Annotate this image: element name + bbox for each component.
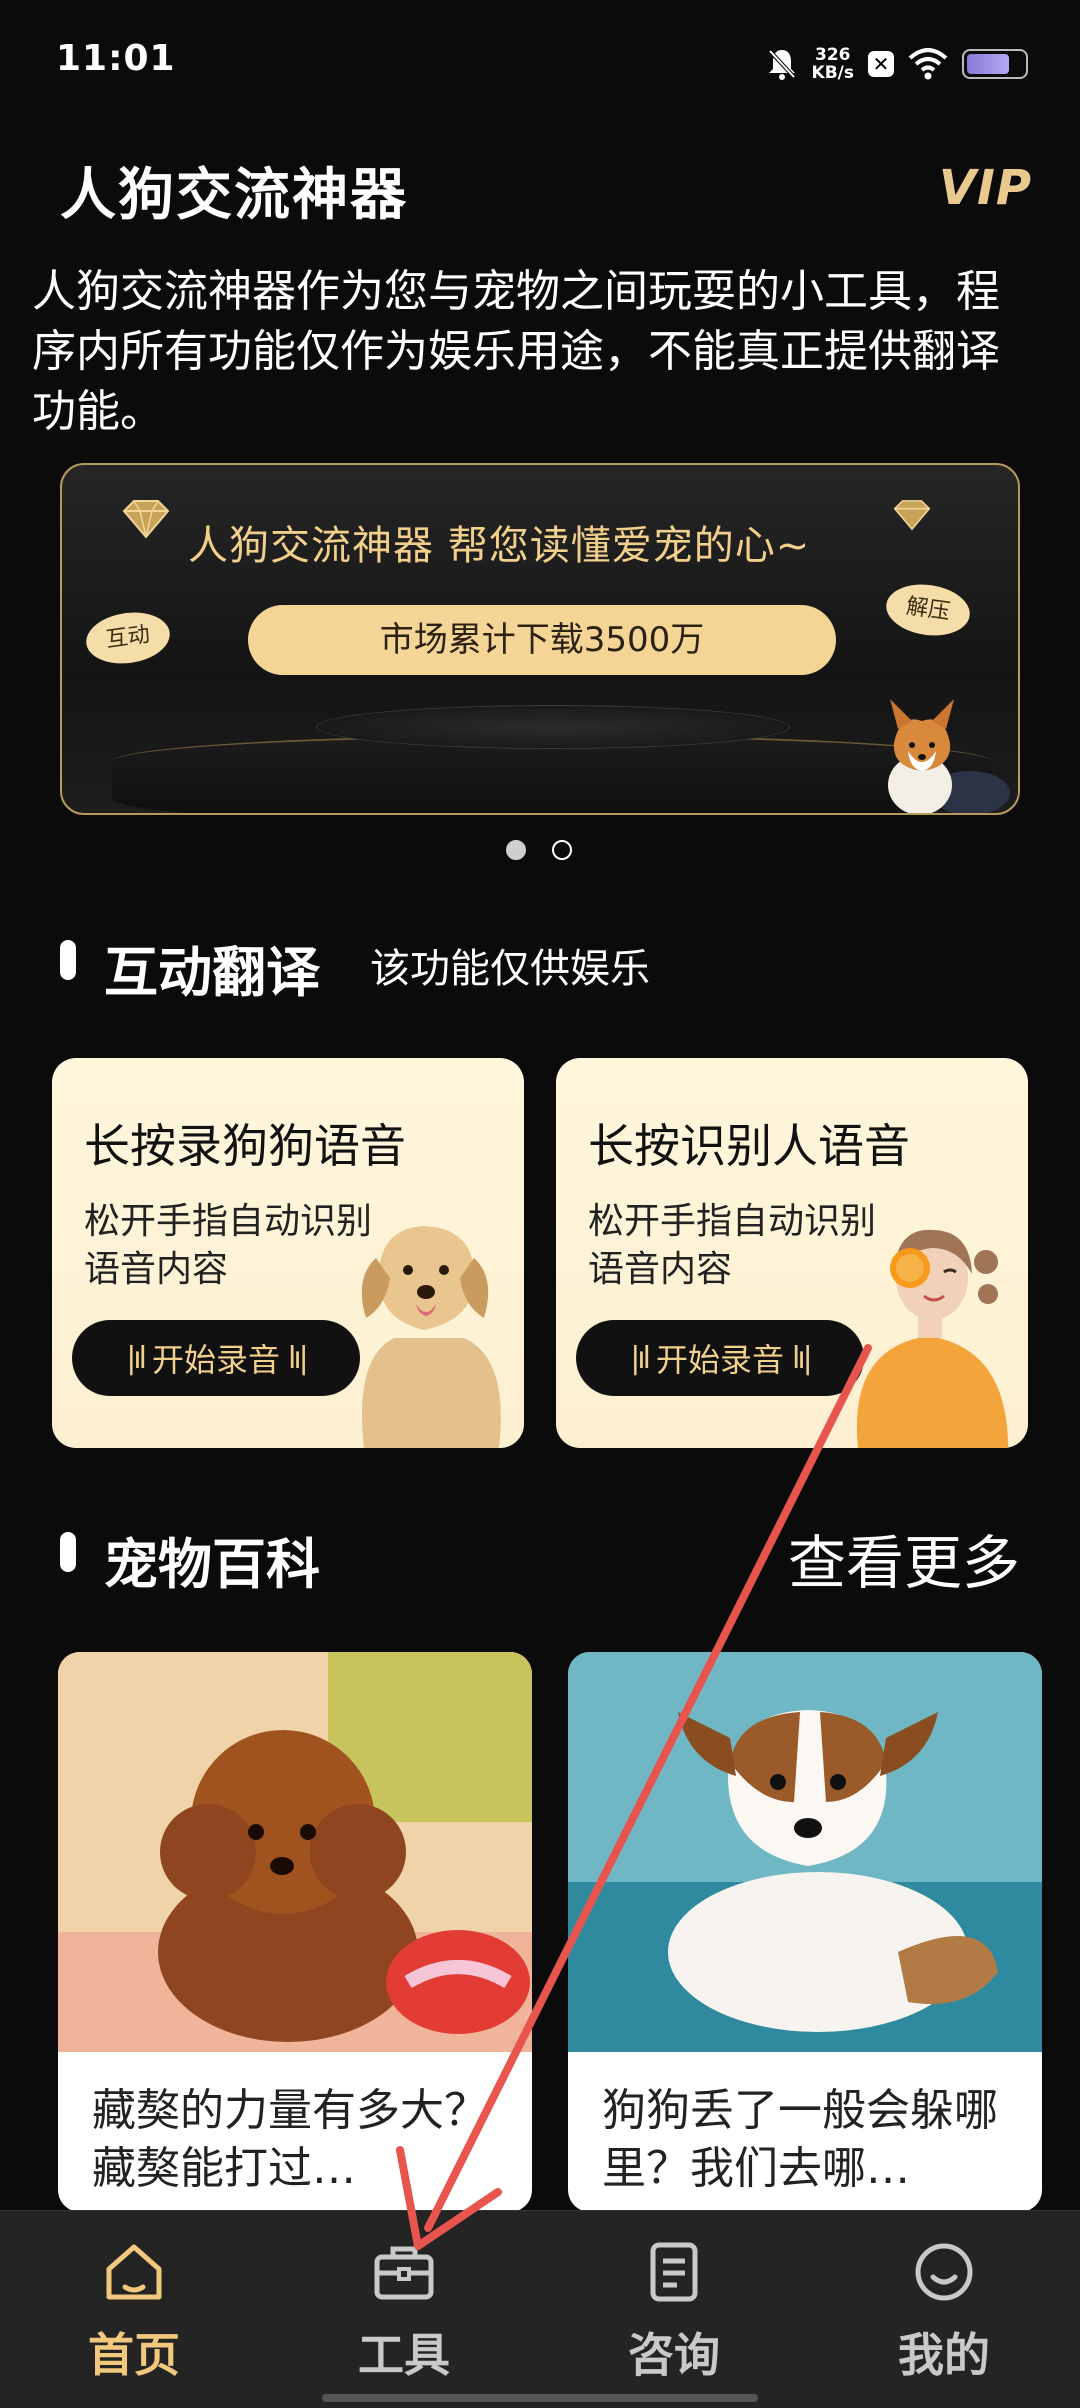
x-app-icon: ✕: [868, 51, 894, 77]
card-title: 长按识别人语音: [588, 1119, 910, 1173]
record-button-label: 开始录音: [151, 1341, 280, 1379]
home-indicator[interactable]: [322, 2394, 758, 2402]
translate-section-title: 互动翻译: [104, 941, 320, 1004]
nav-profile[interactable]: 我的: [844, 2237, 1044, 2385]
golden-retriever-image: [361, 1226, 501, 1448]
girl-with-orange-image: [856, 1229, 1008, 1448]
wifi-icon: [908, 48, 948, 80]
document-icon: [650, 2242, 698, 2302]
page-title: 人狗交流神器: [60, 163, 408, 228]
translate-section-subtitle: 该功能仅供娱乐: [370, 946, 650, 992]
home-icon: [106, 2244, 162, 2300]
nav-label: 我的: [898, 2328, 990, 2382]
nav-tools[interactable]: 工具: [304, 2237, 504, 2385]
corgi-image: [888, 699, 1010, 813]
carousel-dot[interactable]: [506, 840, 526, 860]
section-marker: [60, 940, 76, 980]
nav-home[interactable]: 首页: [34, 2237, 234, 2385]
section-marker: [60, 1532, 76, 1572]
human-voice-card[interactable]: 长按识别人语音 松开手指自动识别语音内容 |ıl 开始录音 lı|: [556, 1058, 1028, 1448]
record-button-label: 开始录音: [655, 1341, 784, 1379]
carousel-indicator: [506, 840, 572, 860]
nav-label: 首页: [88, 2328, 180, 2382]
bottom-navigation: 首页 工具 咨询 我的: [0, 2210, 1080, 2408]
wiki-section-title: 宠物百科: [104, 1533, 320, 1596]
diamond-icon: [893, 500, 931, 531]
network-speed-unit: KB/s: [811, 63, 854, 83]
app-screen: 11:01 326 KB/s ✕ 人狗交流神器 VIP 人狗交流神器作为您与宠物…: [0, 0, 1080, 2408]
article-title: 藏獒的力量有多大？藏獒能打过…: [92, 2085, 488, 2194]
record-human-voice-button[interactable]: |ıl 开始录音 lı|: [576, 1320, 864, 1396]
record-dog-voice-button[interactable]: |ıl 开始录音 lı|: [72, 1320, 360, 1396]
diamond-icon: [122, 500, 170, 539]
article-card[interactable]: 狗狗丢了一般会躲哪里？我们去哪…: [568, 1652, 1042, 2212]
sound-wave-icon: |ıl: [126, 1340, 147, 1376]
status-time: 11:01: [56, 38, 176, 79]
nav-label: 工具: [358, 2328, 450, 2382]
disclaimer-text: 人狗交流神器作为您与宠物之间玩耍的小工具，程序内所有功能仅作为娱乐用途，不能真正…: [32, 266, 1000, 437]
poodle-image: [58, 1652, 532, 2052]
sound-wave-icon: lı|: [792, 1340, 813, 1376]
sound-wave-icon: lı|: [288, 1340, 309, 1376]
vip-button[interactable]: VIP: [939, 160, 1032, 216]
bell-muted-icon: [768, 49, 796, 80]
toolbox-icon: [374, 2246, 434, 2300]
podium-top: [316, 705, 790, 749]
status-bar: 11:01 326 KB/s ✕: [0, 0, 1080, 120]
promo-banner[interactable]: 人狗交流神器 帮您读懂爱宠的心~ 市场累计下载3500万 互动 解压: [60, 463, 1020, 815]
download-count-pill: 市场累计下载3500万: [248, 605, 836, 675]
view-more-link[interactable]: 查看更多: [788, 1516, 1020, 1600]
banner-title: 人狗交流神器 帮您读懂爱宠的心~: [188, 523, 811, 569]
article-card[interactable]: 藏獒的力量有多大？藏獒能打过…: [58, 1652, 532, 2212]
smile-icon: [915, 2243, 973, 2301]
carousel-dot[interactable]: [552, 840, 572, 860]
tag-relax: 解压: [882, 579, 974, 641]
battery-icon: [962, 49, 1028, 79]
sound-wave-icon: |ıl: [630, 1340, 651, 1376]
status-icons: 326 KB/s ✕: [766, 42, 1028, 86]
network-speed-value: 326: [815, 45, 851, 65]
nav-label: 咨询: [628, 2328, 720, 2382]
article-title: 狗狗丢了一般会躲哪里？我们去哪…: [602, 2085, 998, 2194]
battery-level: [967, 54, 1009, 74]
card-title: 长按录狗狗语音: [84, 1119, 406, 1173]
jack-russell-image: [568, 1652, 1042, 2052]
tag-interact: 互动: [82, 607, 174, 669]
network-speed: 326 KB/s: [812, 46, 854, 82]
nav-consult[interactable]: 咨询: [574, 2237, 774, 2385]
dog-voice-card[interactable]: 长按录狗狗语音 松开手指自动识别语音内容 |ıl 开始录音 lı|: [52, 1058, 524, 1448]
